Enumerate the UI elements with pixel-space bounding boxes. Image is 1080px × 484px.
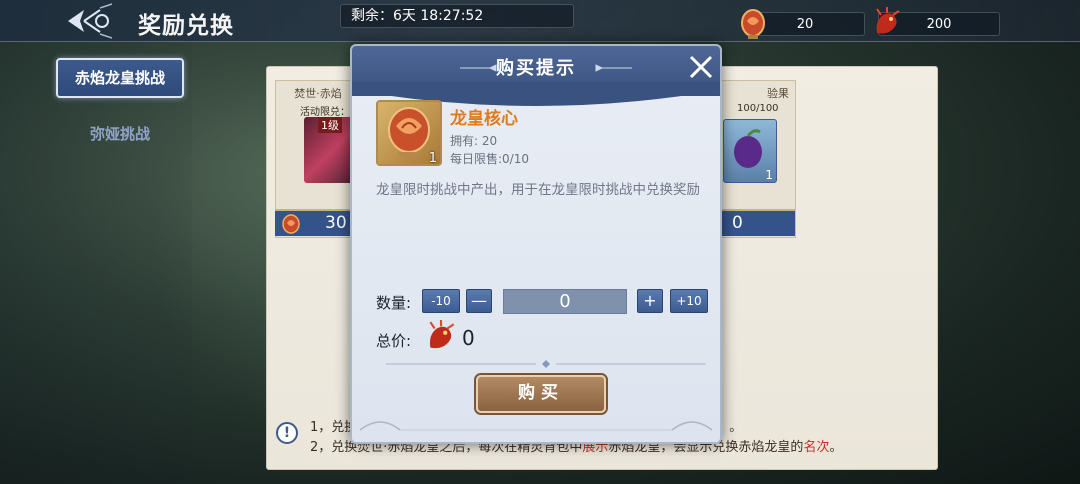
total-price: 0 bbox=[462, 326, 475, 350]
dragon-core-balance: 20 bbox=[741, 9, 865, 39]
dialog-footer-ornament bbox=[360, 421, 712, 431]
buy-button[interactable]: 购买 bbox=[476, 375, 606, 413]
card-price: 0 bbox=[732, 213, 743, 233]
red-dragon-balance: 200 bbox=[876, 7, 1000, 36]
minus-button[interactable]: — bbox=[466, 289, 492, 313]
top-bar: 奖励兑换 剩余：6天 18:27:52 20 200 bbox=[0, 0, 1080, 42]
plus-ten-button[interactable]: +10 bbox=[670, 289, 708, 313]
card-price: 30 bbox=[325, 213, 347, 233]
page-title: 奖励兑换 bbox=[138, 13, 234, 39]
plus-button[interactable]: + bbox=[637, 289, 663, 313]
card-title: 验果 bbox=[767, 87, 789, 100]
quantity-label: 数量: bbox=[376, 294, 412, 312]
card-price-bar: 30 bbox=[275, 209, 357, 236]
info-icon: ! bbox=[276, 422, 298, 444]
quantity-input[interactable]: 0 bbox=[503, 289, 627, 314]
card-limit: 100/100 bbox=[737, 103, 779, 114]
item-slot: 1 bbox=[376, 100, 442, 166]
level-badge: 1级 bbox=[318, 117, 342, 133]
purchase-dialog: 购买提示 1 龙皇核心 拥有: 20 每日限售:0/10 龙皇限时挑战中产出，用… bbox=[350, 44, 722, 444]
red-dragon-icon bbox=[876, 7, 900, 34]
tab-red-dragon-challenge[interactable]: 赤焰龙皇挑战 bbox=[56, 58, 184, 98]
side-nav bbox=[0, 42, 192, 484]
time-remaining: 剩余：6天 18:27:52 bbox=[340, 4, 574, 28]
ornament-icon bbox=[460, 64, 497, 72]
back-arrow-icon[interactable] bbox=[62, 2, 114, 40]
dragon-core-count: 20 bbox=[796, 17, 814, 32]
close-icon[interactable] bbox=[686, 52, 716, 82]
divider bbox=[386, 360, 706, 368]
item-count: 1 bbox=[428, 151, 437, 166]
fruit-item-image: 1 bbox=[723, 119, 777, 183]
card-limit: 活动限兑： bbox=[300, 107, 350, 118]
item-owned: 拥有: 20 bbox=[450, 134, 498, 148]
card-price-bar: 0 bbox=[712, 209, 795, 236]
ornament-icon bbox=[595, 64, 632, 72]
dragon-core-icon bbox=[282, 214, 300, 234]
tab-miya-challenge[interactable]: 弥娅挑战 bbox=[56, 114, 184, 154]
red-dragon-icon bbox=[429, 320, 455, 349]
item-daily-limit: 每日限售:0/10 bbox=[450, 152, 529, 166]
dragon-core-icon bbox=[741, 9, 765, 39]
item-name: 龙皇核心 bbox=[450, 109, 518, 129]
minus-ten-button[interactable]: -10 bbox=[422, 289, 460, 313]
card-title: 焚世·赤焰 bbox=[294, 87, 342, 100]
item-count: 1 bbox=[765, 168, 773, 182]
red-dragon-count: 200 bbox=[926, 17, 952, 32]
item-description: 龙皇限时挑战中产出，用于在龙皇限时挑战中兑换奖励 bbox=[376, 182, 700, 198]
dialog-title: 购买提示 bbox=[496, 58, 576, 79]
total-label: 总价: bbox=[376, 332, 412, 350]
